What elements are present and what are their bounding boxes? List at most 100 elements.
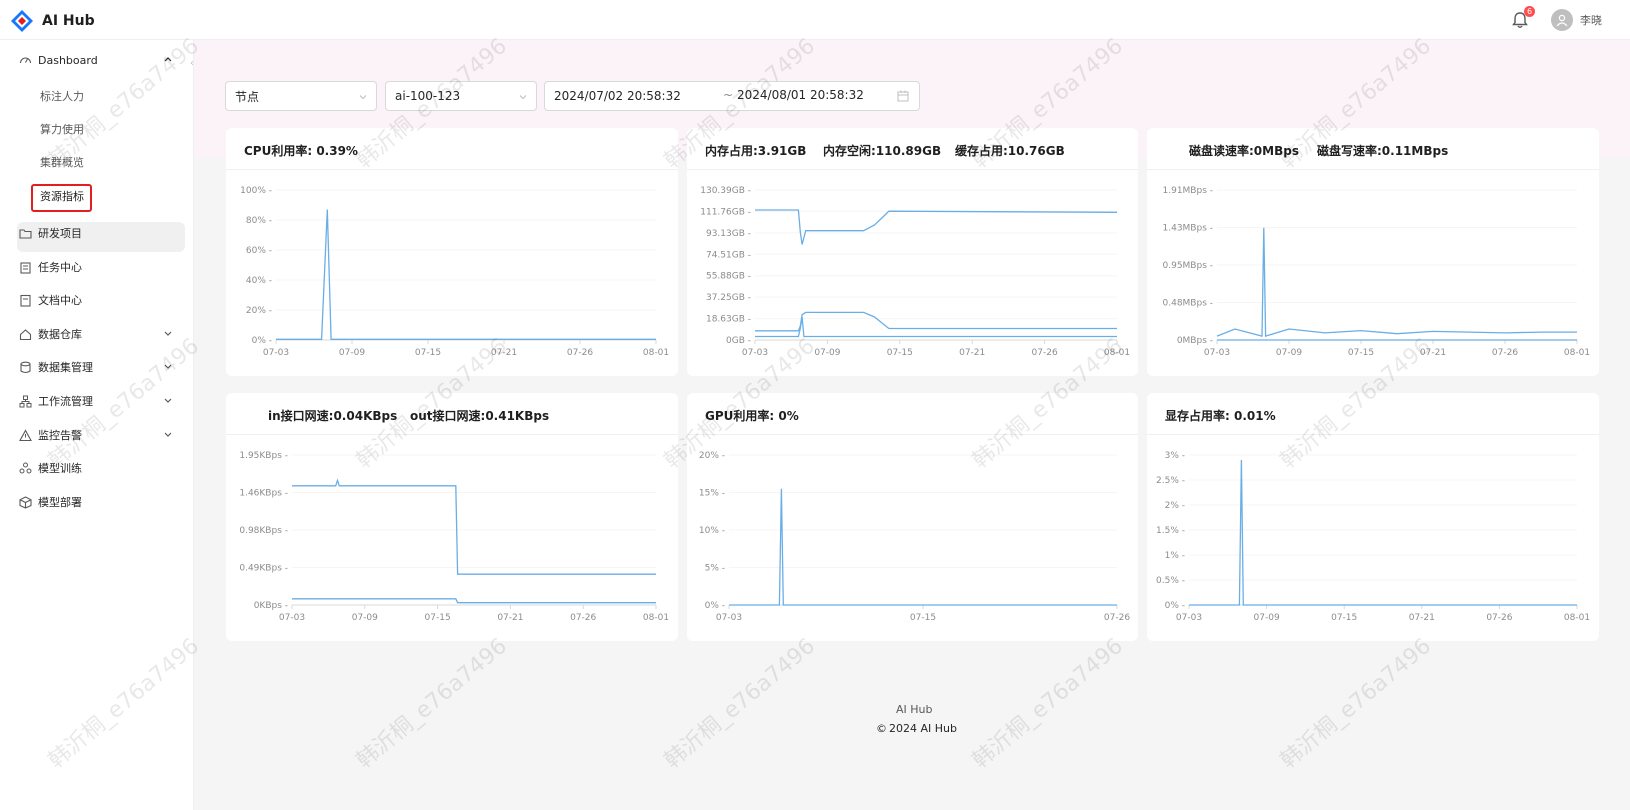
watermark-text: 韩沂桐_e76a7496 [1275,633,1436,774]
range-separator: ~ [723,88,734,102]
cpu-card: CPU利用率: 0.39% 100% - 80% - 60% - 40% - 20% -… [226,128,678,376]
y-tick-label: 111.76GB - [700,207,751,217]
x-tick-label: 08-01 [643,348,669,358]
sidebar-item-label: 工作流管理 [38,395,93,408]
network-series-line-0 [292,478,656,575]
sidebar-item-data-warehouse[interactable]: 数据仓库 [18,324,178,344]
node-type-select[interactable]: 节点 [225,81,377,111]
logo-icon [10,9,34,33]
top-bar: AI Hub 6 李晓 [0,0,1630,40]
y-tick-label: 0GB - [726,336,751,346]
copyright-icon: © [876,722,887,735]
x-tick-label: 07-26 [1032,348,1058,358]
vram-card: 显存占用率: 0.01% 3% - 2.5% - 2% - 1.5% - 1% - 0.5… [1147,393,1599,641]
database-icon [18,360,32,374]
card-header: GPU利用率: 0% [687,393,1138,435]
sidebar-subitem-annotation[interactable]: 标注人力 [40,88,84,106]
sidebar-subitem-compute[interactable]: 算力使用 [40,121,84,139]
y-tick-label: 74.51GB - [706,250,751,260]
chevron-down-icon [518,91,528,101]
watermark-text: 韩沂桐_e76a7496 [351,633,512,774]
y-tick-label: 0.48MBps - [1163,299,1214,309]
chevron-down-icon [162,428,174,440]
sidebar-item-model-deploy[interactable]: 模型部署 [18,492,178,512]
network-out-title: out接口网速:0.41KBps [410,409,550,423]
card-header: 显存占用率: 0.01% [1147,393,1599,435]
x-tick-label: 08-01 [1564,613,1590,623]
y-tick-label: 1.43MBps - [1163,224,1214,234]
x-tick-label: 07-09 [352,613,378,623]
sidebar-item-label: 研发项目 [38,227,82,240]
notification-badge: 6 [1524,6,1535,17]
sidebar-item-model-training[interactable]: 模型训练 [18,458,178,478]
avatar[interactable] [1551,9,1573,31]
sidebar-item-docs[interactable]: 文档中心 [18,290,178,310]
node-type-value: 节点 [235,89,260,104]
x-tick-label: 07-03 [1176,613,1202,623]
x-tick-label: 07-03 [742,348,768,358]
x-tick-label: 07-03 [279,613,305,623]
x-tick-label: 07-26 [1486,613,1512,623]
y-tick-label: 15% - [699,489,725,499]
vram-series-line-0 [1189,459,1577,606]
x-tick-label: 07-15 [1348,348,1374,358]
y-tick-label: 93.13GB - [706,229,751,239]
chevron-down-icon [162,394,174,406]
disk-chart: 1.91MBps - 1.43MBps - 0.95MBps - 0.48MBps -… [1163,186,1591,358]
node-select[interactable]: ai-100-123 [385,81,537,111]
nodes-icon [18,461,32,475]
y-tick-label: 55.88GB - [706,272,751,282]
y-tick-label: 0KBps - [254,601,288,611]
network-in-title: in接口网速:0.04KBps [268,409,398,423]
memory-series-line-1 [755,311,1117,332]
sidebar-item-label: 数据仓库 [38,328,82,341]
sidebar-item-tasks[interactable]: 任务中心 [18,257,178,277]
y-tick-label: 2.5% - [1156,476,1185,486]
x-tick-label: 07-15 [425,613,451,623]
vram-chart: 3% - 2.5% - 2% - 1.5% - 1% - 0.5% - 0% - 07-03 0… [1156,451,1590,623]
start-time-input[interactable]: 2024/07/02 20:58:32 [554,89,681,103]
chevron-down-icon [162,360,174,372]
node-value: ai-100-123 [395,89,461,103]
sidebar-subitem-cluster[interactable]: 集群概览 [40,154,84,172]
sidebar-item-projects[interactable]: 研发项目 [18,223,178,243]
y-tick-label: 1% - [1165,551,1185,561]
sidebar-item-label: 模型部署 [38,496,82,509]
sidebar-item-datasets[interactable]: 数据集管理 [18,357,178,377]
y-tick-label: 5% - [705,564,725,574]
selected-highlight-box [31,184,92,212]
sidebar-item-label: 数据集管理 [38,361,93,374]
x-tick-label: 07-09 [814,348,840,358]
sidebar-item-label: Dashboard [38,53,98,67]
sidebar-item-monitoring[interactable]: 监控告警 [18,425,178,445]
y-tick-label: 0.98KBps - [239,526,288,536]
sidebar-item-dashboard[interactable]: Dashboard [18,50,178,70]
username[interactable]: 李晓 [1580,12,1602,28]
y-tick-label: 3% - [1165,451,1185,461]
y-tick-label: 0% - [252,336,272,346]
disk-series-line-0 [1216,227,1577,337]
card-header: in接口网速:0.04KBps out接口网速:0.41KBps [226,393,678,435]
x-tick-label: 07-15 [1331,613,1357,623]
date-range-picker[interactable]: 2024/07/02 20:58:32 ~ 2024/08/01 20:58:3… [544,81,920,111]
gpu-chart: 20% - 15% - 10% - 5% - 0% - 07-03 07-15 07-26 [699,451,1130,623]
gpu-card: GPU利用率: 0% 20% - 15% - 10% - 5% - 0% - 07-03 0… [687,393,1138,641]
calendar-icon[interactable] [897,90,909,102]
sidebar-item-workflow[interactable]: 工作流管理 [18,391,178,411]
end-time-input[interactable]: 2024/08/01 20:58:32 [737,88,864,102]
y-tick-label: 60% - [246,246,272,256]
y-tick-label: 0MBps - [1177,336,1213,346]
x-tick-label: 08-01 [643,613,669,623]
copyright-text: 2024 AI Hub [889,722,957,735]
cpu-title: CPU利用率: 0.39% [244,144,358,158]
footer-copyright: © 2024 AI Hub [876,722,957,735]
x-tick-label: 07-26 [1104,613,1130,623]
cube-icon [18,495,32,509]
warning-icon [18,428,32,442]
y-tick-label: 1.5% - [1156,526,1185,536]
memory-free-title: 内存空闲:110.89GB [823,144,942,158]
cpu-series-line-0 [276,209,656,340]
y-tick-label: 40% - [246,276,272,286]
y-tick-label: 20% - [246,306,272,316]
logo[interactable]: AI Hub [10,9,95,33]
